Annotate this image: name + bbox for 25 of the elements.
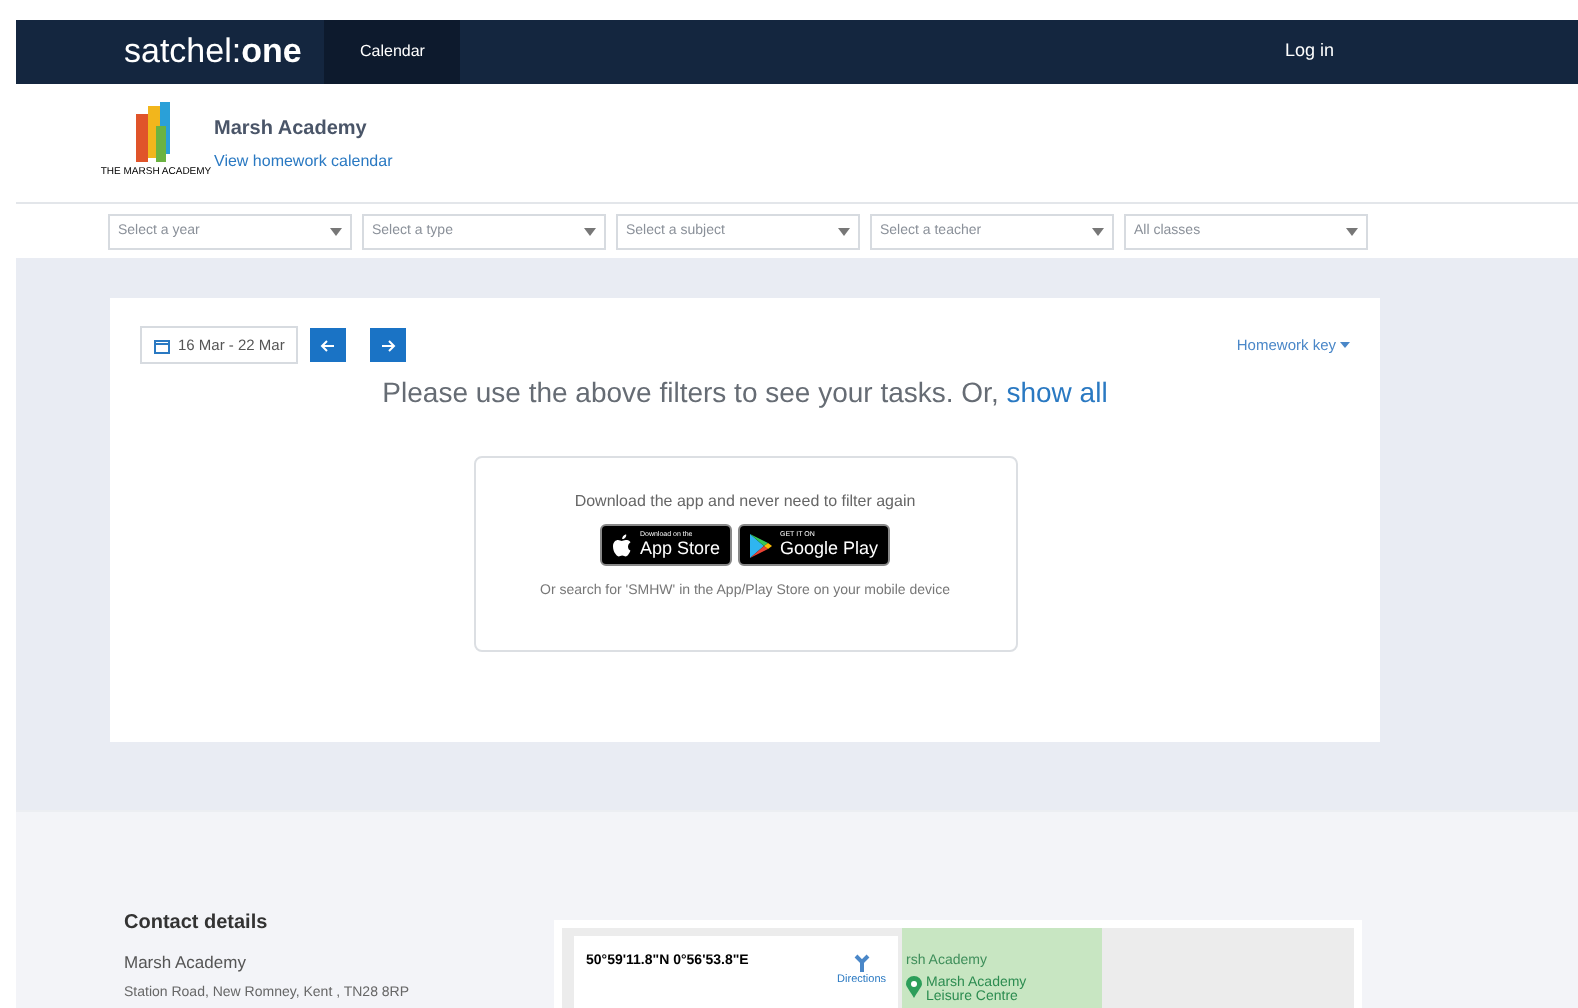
map-pin-icon — [906, 976, 922, 998]
app-promo-heading: Download the app and never need to filter again — [574, 490, 916, 514]
dropdown-caret-icon — [584, 228, 596, 236]
right-arrow-icon — [380, 337, 397, 353]
dropdown-caret-icon — [1346, 228, 1358, 236]
show-all-link[interactable]: show all — [1006, 376, 1108, 408]
left-arrow-icon — [320, 337, 337, 353]
previous-week-button[interactable] — [310, 328, 347, 362]
apple-logo-icon — [611, 533, 632, 557]
filter-message: Please use the above filters to see your tasks. Or, show all — [380, 374, 1110, 412]
login-link[interactable]: Log in — [1284, 38, 1334, 66]
satchel-one-logo[interactable]: satchel:one — [124, 26, 324, 78]
school-name: Marsh Academy — [214, 115, 369, 143]
next-week-button[interactable] — [370, 328, 407, 362]
calendar-tab[interactable]: Calendar — [324, 20, 461, 84]
play-store-logo-icon — [750, 533, 772, 557]
caret-icon — [1340, 342, 1350, 348]
directions-icon — [851, 952, 872, 972]
homework-calendar-link[interactable]: View homework calendar — [214, 149, 393, 173]
contact-details-heading: Contact details — [124, 910, 270, 938]
contact-name: Marsh Academy — [124, 950, 248, 976]
dropdown-caret-icon — [838, 228, 850, 236]
dropdown-caret-icon — [1092, 228, 1104, 236]
dropdown-caret-icon — [330, 228, 342, 236]
calendar-icon — [154, 337, 170, 353]
